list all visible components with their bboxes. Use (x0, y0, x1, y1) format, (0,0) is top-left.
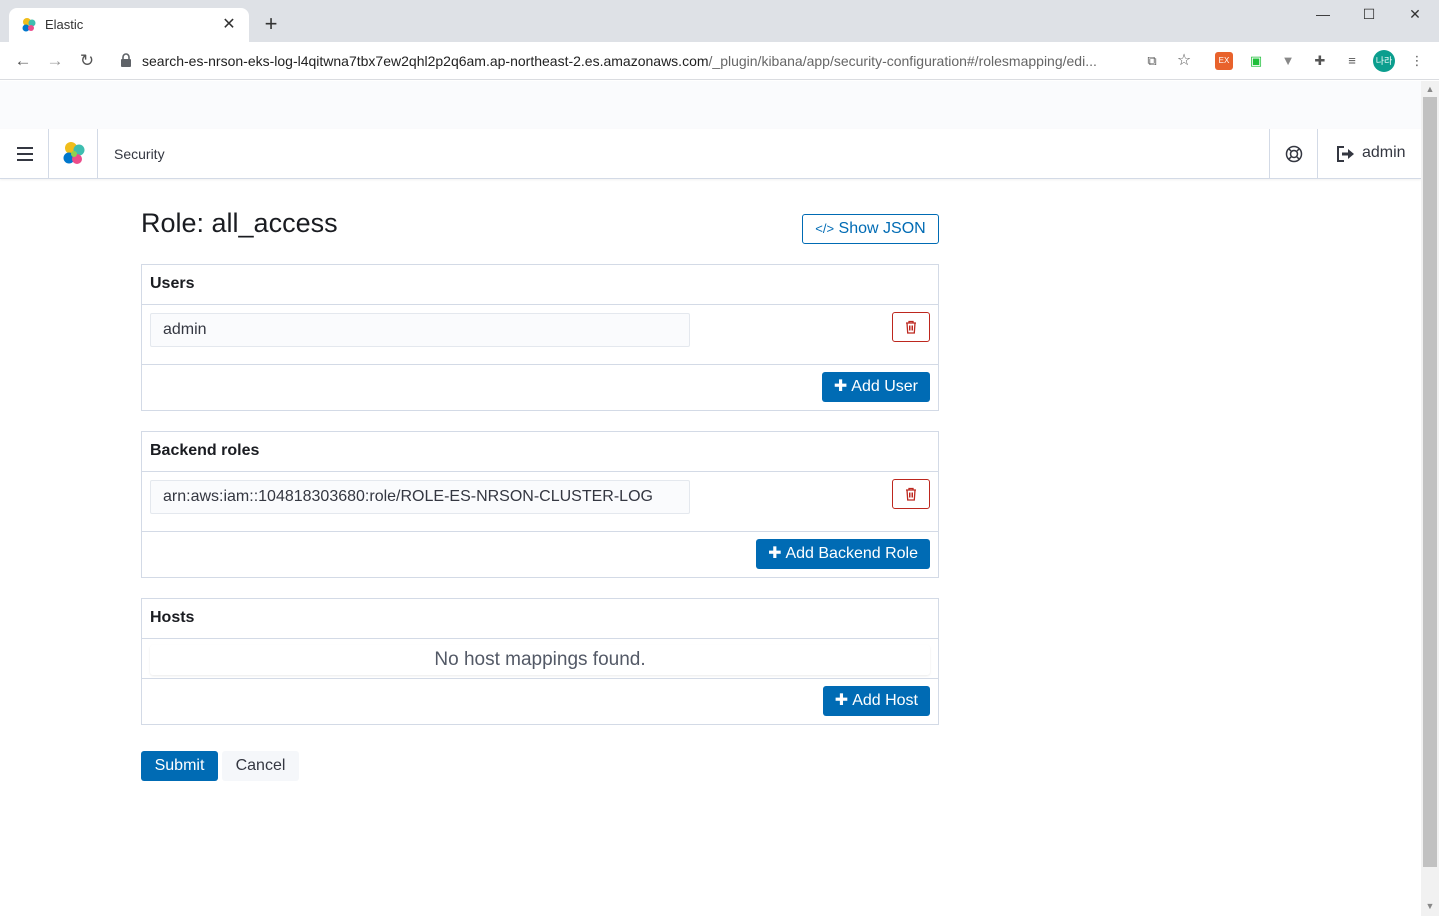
scrollbar-thumb[interactable] (1423, 97, 1437, 867)
user-field[interactable]: admin (150, 313, 690, 347)
url-path: /_plugin/kibana/app/security-configurati… (708, 53, 1097, 69)
add-backend-role-button[interactable]: ✚ Add Backend Role (756, 539, 930, 569)
menu-toggle-button[interactable] (0, 129, 49, 179)
window-close-icon[interactable]: ✕ (1400, 6, 1430, 28)
show-json-button[interactable]: </> Show JSON (802, 214, 939, 244)
elastic-logo-button[interactable] (49, 129, 98, 179)
elastic-logo-icon (63, 142, 85, 164)
browser-tab-strip: Elastic ✕ + — ☐ ✕ (0, 0, 1439, 42)
users-actions: ✚ Add User (142, 365, 938, 410)
add-backend-role-label: Add Backend Role (785, 545, 918, 562)
cancel-button[interactable]: Cancel (222, 751, 299, 781)
lock-icon[interactable] (120, 53, 132, 67)
empty-state-message: No host mappings found. (150, 645, 930, 675)
backend-roles-actions: ✚ Add Backend Role (142, 532, 938, 577)
add-user-button[interactable]: ✚ Add User (821, 372, 930, 402)
users-panel: Users admin ✚ Add User (141, 264, 939, 411)
close-tab-icon[interactable]: ✕ (219, 14, 239, 34)
url-host: search-es-nrson-eks-log-l4qitwna7tbx7ew2… (142, 53, 709, 69)
minimize-icon[interactable]: — (1308, 6, 1338, 28)
plus-icon: ✚ (833, 378, 848, 395)
plus-icon: ✚ (834, 692, 849, 709)
trash-icon (906, 487, 916, 501)
help-button[interactable] (1269, 129, 1317, 179)
hamburger-icon (17, 153, 33, 155)
breadcrumb-security[interactable]: Security (114, 146, 165, 162)
kibana-page: Security admin Role: all_access </> Show… (0, 81, 1421, 916)
forward-icon[interactable]: → (44, 50, 66, 72)
translate-icon[interactable]: ⧉ (1143, 52, 1161, 70)
hosts-panel: Hosts No host mappings found. ✚ Add Host (141, 598, 939, 725)
list-item: admin (142, 305, 938, 365)
media-queue-icon[interactable]: ≡ (1343, 52, 1361, 70)
hosts-actions: ✚ Add Host (142, 679, 938, 724)
scroll-down-icon[interactable]: ▼ (1425, 901, 1435, 911)
back-icon[interactable]: ← (12, 50, 34, 72)
backend-roles-heading: Backend roles (142, 432, 938, 472)
extension-green-icon[interactable]: ▣ (1247, 52, 1265, 70)
bookmark-star-icon[interactable]: ☆ (1175, 52, 1193, 70)
help-lifebuoy-icon (1285, 145, 1303, 163)
add-host-button[interactable]: ✚ Add Host (822, 686, 930, 716)
page-top-strip (0, 81, 1421, 129)
browser-toolbar: ← → ↻ search-es-nrson-eks-log-l4qitwna7t… (0, 42, 1439, 80)
profile-avatar[interactable]: 나라 (1373, 50, 1395, 72)
new-tab-icon[interactable]: + (260, 13, 282, 35)
scroll-up-icon[interactable]: ▲ (1425, 84, 1435, 94)
hosts-empty-row: No host mappings found. (142, 639, 938, 679)
browser-tab[interactable]: Elastic ✕ (9, 8, 249, 42)
vertical-scrollbar[interactable]: ▲ ▼ (1421, 81, 1439, 916)
address-bar[interactable]: search-es-nrson-eks-log-l4qitwna7tbx7ew2… (142, 53, 1132, 69)
page-title: Role: all_access (141, 208, 338, 238)
add-host-label: Add Host (852, 692, 918, 709)
backend-roles-panel: Backend roles arn:aws:iam::104818303680:… (141, 431, 939, 578)
browser-menu-icon[interactable]: ⋮ (1408, 52, 1426, 70)
list-item: arn:aws:iam::104818303680:role/ROLE-ES-N… (142, 472, 938, 532)
delete-backend-role-button[interactable] (892, 479, 930, 509)
show-json-label: Show JSON (838, 220, 926, 237)
elastic-favicon-icon (22, 18, 36, 32)
trash-icon (906, 320, 916, 334)
delete-user-button[interactable] (892, 312, 930, 342)
code-icon: </> (815, 221, 835, 236)
maximize-icon[interactable]: ☐ (1354, 6, 1384, 28)
submit-button[interactable]: Submit (141, 751, 218, 781)
logout-icon (1337, 146, 1354, 162)
plus-icon: ✚ (768, 545, 782, 562)
user-menu-button[interactable]: admin (1317, 129, 1421, 179)
user-label: admin (1362, 144, 1406, 161)
kibana-header: Security admin (0, 129, 1421, 179)
tab-title: Elastic (45, 17, 84, 32)
users-heading: Users (142, 265, 938, 305)
hamburger-icon (17, 147, 33, 149)
backend-role-field[interactable]: arn:aws:iam::104818303680:role/ROLE-ES-N… (150, 480, 690, 514)
extensions-puzzle-icon[interactable]: ✚ (1311, 52, 1329, 70)
add-user-label: Add User (851, 378, 918, 395)
hamburger-icon (17, 159, 33, 161)
extension-ex-icon[interactable]: EX (1215, 52, 1233, 70)
extension-v-icon[interactable]: ▼ (1279, 52, 1297, 70)
hosts-heading: Hosts (142, 599, 938, 639)
reload-icon[interactable]: ↻ (76, 50, 98, 72)
